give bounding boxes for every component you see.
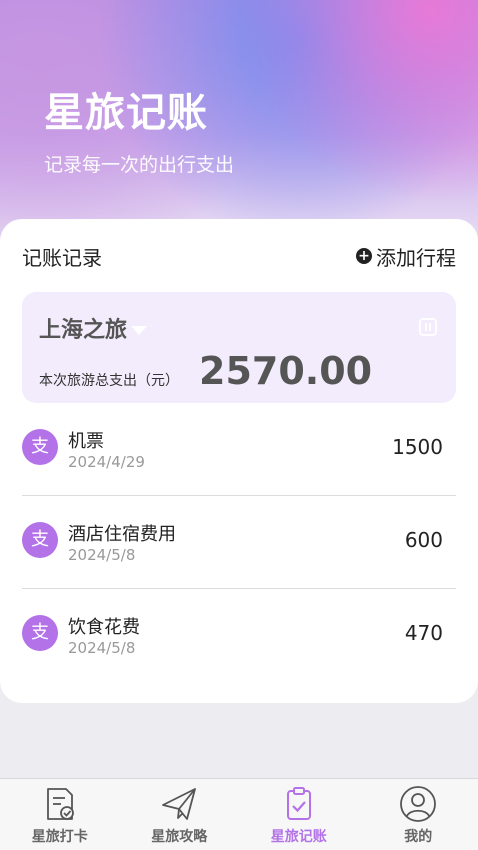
trash-icon[interactable] <box>417 316 439 342</box>
expense-date: 2024/5/8 <box>68 546 136 564</box>
tab-guide[interactable]: 星旅攻略 <box>120 779 240 850</box>
tab-label: 星旅打卡 <box>31 829 88 845</box>
expense-date: 2024/5/8 <box>68 639 136 657</box>
records-title: 记账记录 <box>22 245 102 270</box>
tab-label: 我的 <box>404 829 433 845</box>
add-trip-label: 添加行程 <box>376 245 456 270</box>
page-subtitle: 记录每一次的出行支出 <box>44 154 235 176</box>
tab-label: 星旅记账 <box>270 829 327 845</box>
plus-circle-icon: + <box>356 248 372 264</box>
trip-name: 上海之旅 <box>39 318 128 343</box>
expense-badge: 支 <box>22 522 58 558</box>
checkin-doc-icon <box>41 785 79 823</box>
expense-date: 2024/4/29 <box>68 453 145 471</box>
expense-name: 饮食花费 <box>68 617 140 638</box>
tab-label: 星旅攻略 <box>151 829 208 845</box>
total-label: 本次旅游总支出（元） <box>39 373 179 389</box>
records-card: 记账记录 + 添加行程 上海之旅 本次旅游总支出（元） 2570.00 支 机票… <box>0 219 478 703</box>
tab-checkin[interactable]: 星旅打卡 <box>0 779 120 850</box>
chevron-down-icon <box>131 325 148 335</box>
user-profile-icon <box>399 785 437 823</box>
expense-name: 机票 <box>68 431 104 452</box>
trip-selector[interactable]: 上海之旅 <box>39 312 148 344</box>
ledger-check-icon <box>280 785 318 823</box>
expense-row[interactable]: 支 机票 2024/4/29 1500 <box>22 403 456 496</box>
add-trip-button[interactable]: + 添加行程 <box>356 242 456 271</box>
trip-summary-card: 上海之旅 本次旅游总支出（元） 2570.00 <box>22 292 456 403</box>
expense-badge: 支 <box>22 615 58 651</box>
expense-badge: 支 <box>22 429 58 465</box>
expense-row[interactable]: 支 酒店住宿费用 2024/5/8 600 <box>22 496 456 589</box>
app-screen: 星旅记账 记录每一次的出行支出 记账记录 + 添加行程 上海之旅 本次旅游总支出… <box>0 0 478 850</box>
expense-amount: 470 <box>404 621 443 645</box>
records-header: 记账记录 + 添加行程 <box>22 242 456 271</box>
page-title: 星旅记账 <box>44 90 208 136</box>
tab-profile[interactable]: 我的 <box>359 779 478 850</box>
expense-name: 酒店住宿费用 <box>68 524 176 545</box>
bottom-tab-bar: 星旅打卡 星旅攻略 星旅记账 我的 <box>0 778 478 850</box>
expense-amount: 600 <box>404 528 443 552</box>
total-amount: 2570.00 <box>199 349 373 393</box>
expense-amount: 1500 <box>392 435 443 459</box>
tab-ledger[interactable]: 星旅记账 <box>239 779 359 850</box>
paper-plane-icon <box>160 785 198 823</box>
expense-row[interactable]: 支 饮食花费 2024/5/8 470 <box>22 589 456 682</box>
